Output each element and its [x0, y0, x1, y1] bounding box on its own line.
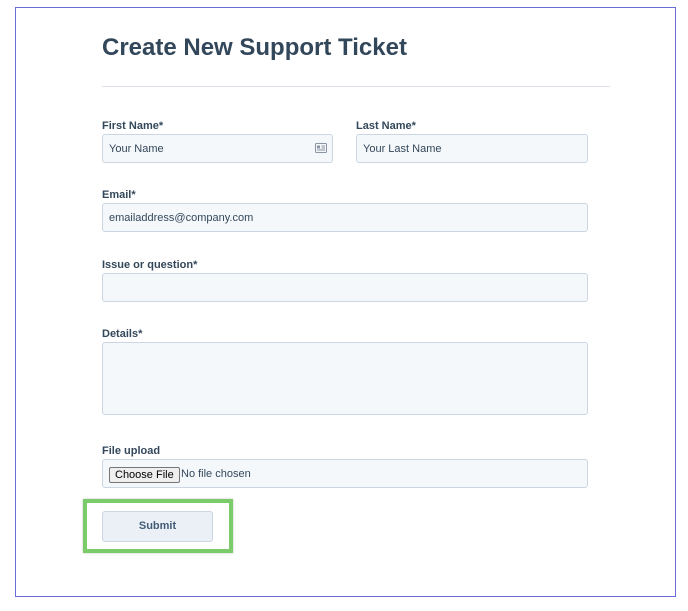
- first-name-label: First Name*: [102, 120, 164, 132]
- last-name-label: Last Name*: [356, 120, 416, 132]
- issue-label: Issue or question*: [102, 259, 198, 271]
- issue-field[interactable]: [102, 273, 588, 302]
- file-status: No file chosen: [181, 468, 251, 480]
- page-title: Create New Support Ticket: [102, 34, 407, 61]
- choose-file-button[interactable]: Choose File: [109, 467, 180, 483]
- email-value: emailaddress@company.com: [109, 212, 254, 224]
- email-field[interactable]: emailaddress@company.com: [102, 203, 588, 232]
- last-name-field[interactable]: Your Last Name: [356, 134, 588, 163]
- last-name-value: Your Last Name: [363, 143, 442, 155]
- submit-highlight-box: [83, 499, 233, 553]
- first-name-value: Your Name: [109, 143, 164, 155]
- first-name-field[interactable]: Your Name: [102, 134, 333, 163]
- contact-card-icon: [315, 143, 327, 153]
- details-label: Details*: [102, 328, 143, 340]
- form-frame: Create New Support Ticket First Name* Yo…: [15, 7, 676, 597]
- file-upload-field: Choose File No file chosen: [102, 459, 588, 488]
- email-label: Email*: [102, 189, 136, 201]
- file-upload-label: File upload: [102, 445, 161, 457]
- title-divider: [102, 86, 610, 87]
- details-textarea[interactable]: [102, 342, 588, 415]
